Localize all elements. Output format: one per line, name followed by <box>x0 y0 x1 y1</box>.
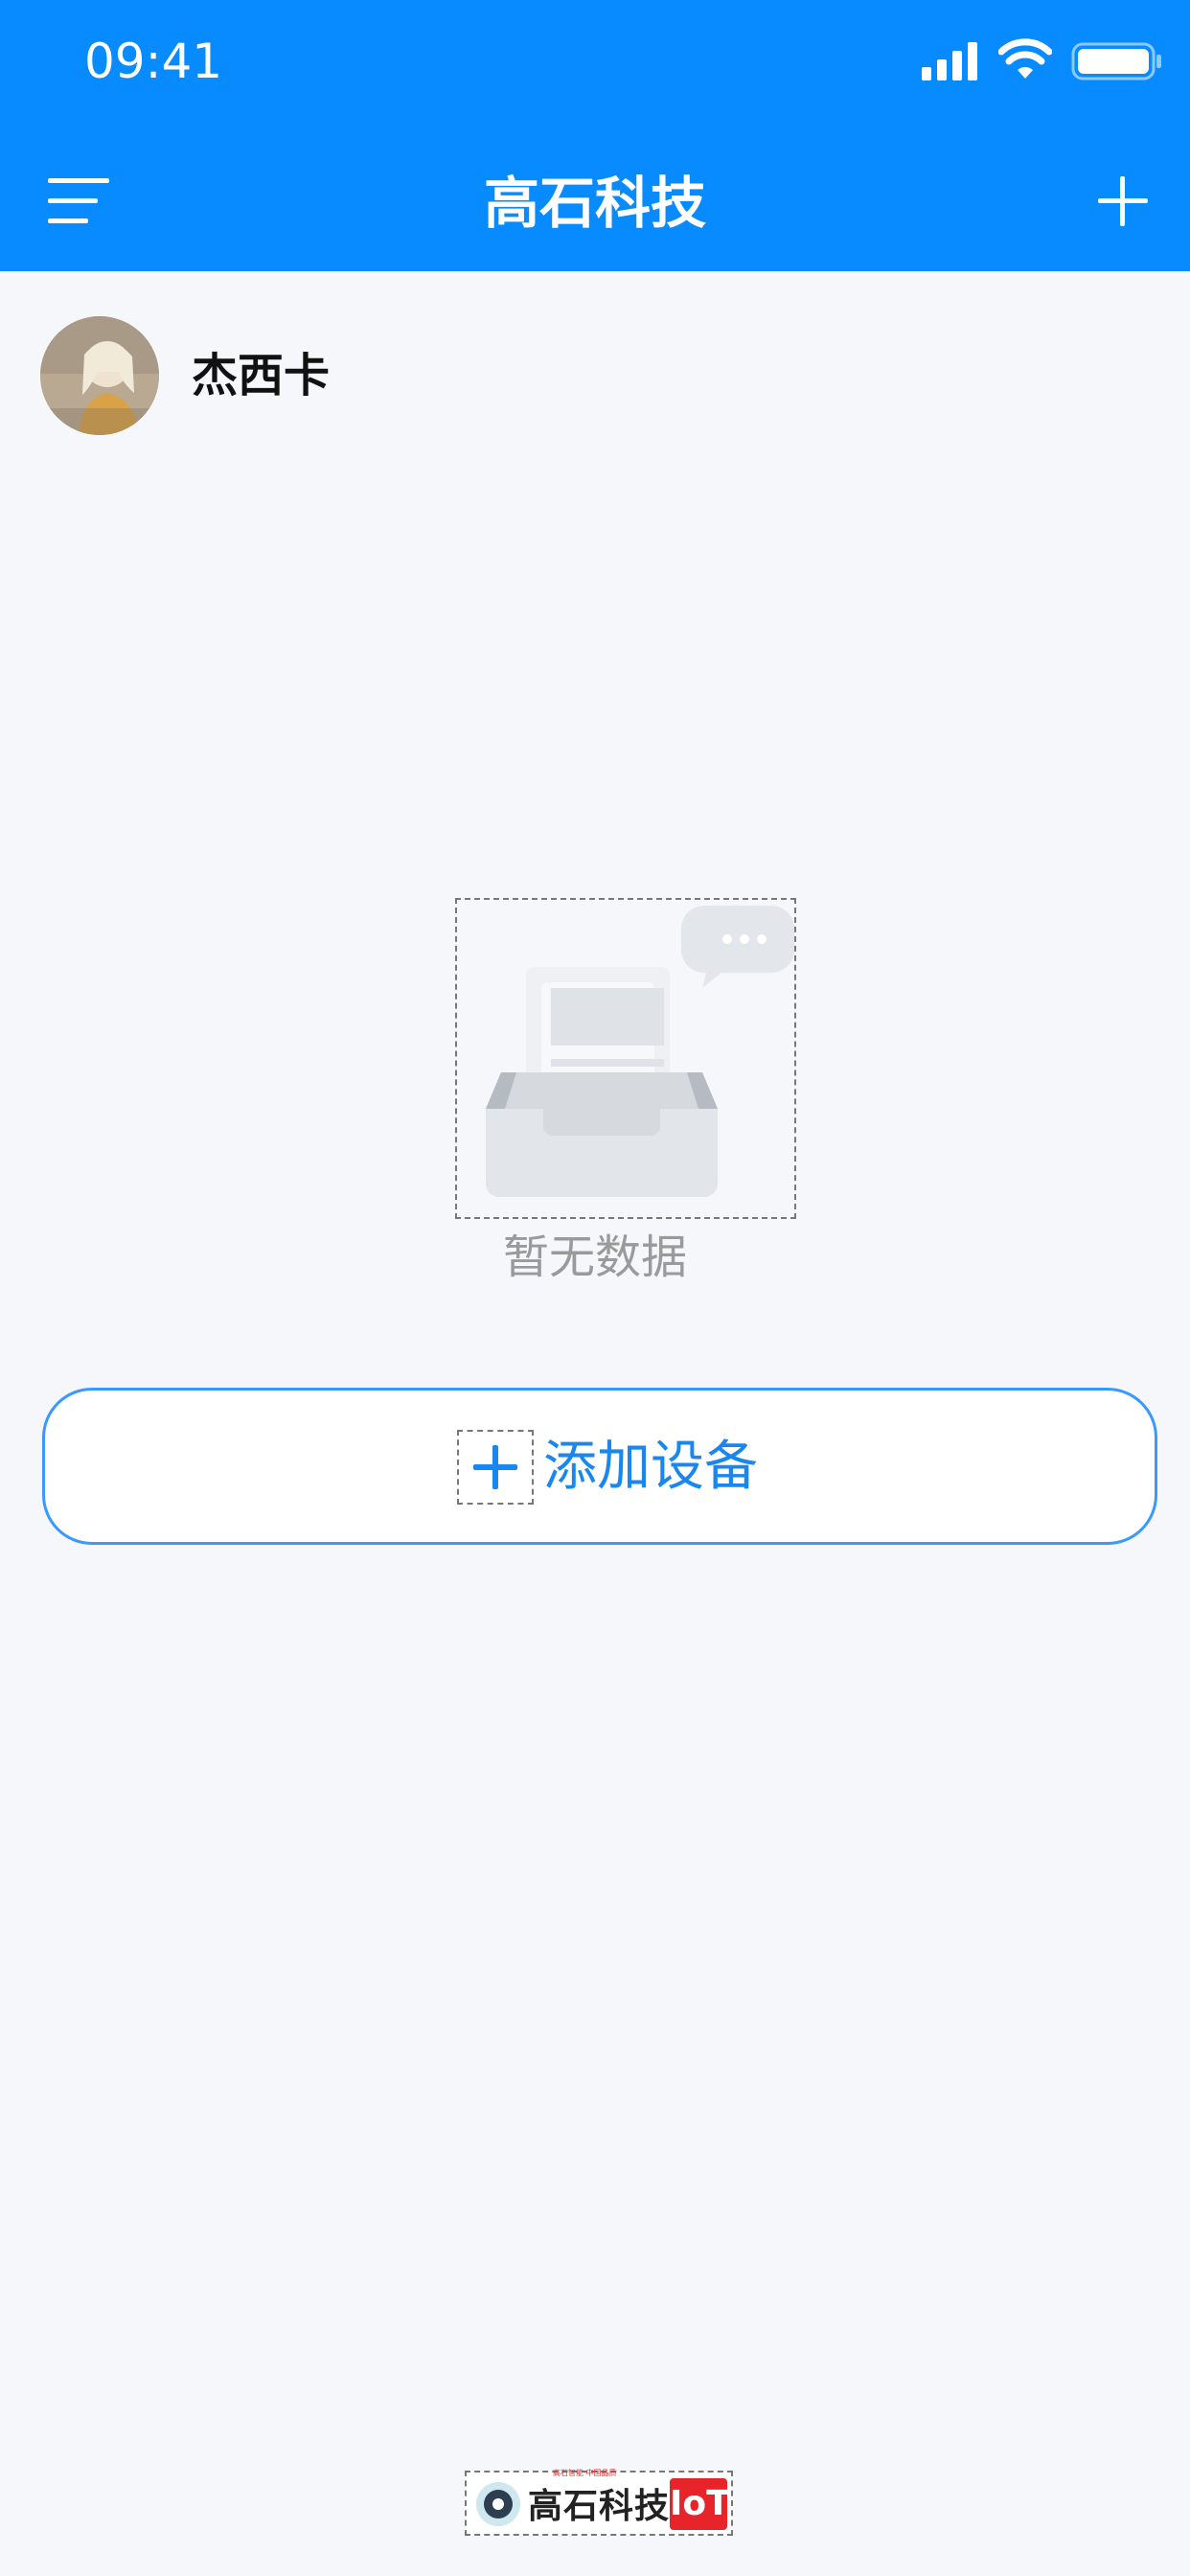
empty-inbox-illustration <box>486 906 794 1197</box>
app-header: 09:41 高石科技 <box>0 0 1190 271</box>
avatar[interactable] <box>40 316 159 435</box>
logo-tagline: 高石智能·中国品质 <box>553 2469 617 2477</box>
menu-lines-icon <box>48 178 109 223</box>
status-icons <box>922 34 1180 88</box>
wifi-icon <box>998 38 1052 79</box>
add-device-label: 添加设备 <box>543 1436 758 1498</box>
user-avatar-photo <box>40 316 159 435</box>
plus-icon <box>473 1445 517 1489</box>
empty-state-illustration <box>455 898 796 1219</box>
add-device-plus-box <box>457 1430 534 1505</box>
user-row[interactable]: 杰西卡 <box>40 316 711 436</box>
logo-text: 高石科技 <box>528 2486 671 2526</box>
signal-icon <box>922 42 977 80</box>
user-name: 杰西卡 <box>192 349 331 402</box>
menu-button[interactable] <box>48 172 115 230</box>
add-device-button[interactable]: 添加设备 <box>42 1388 1157 1545</box>
header-add-button[interactable] <box>1094 172 1152 230</box>
page-title: 高石科技 <box>483 171 706 236</box>
status-time: 09:41 <box>84 34 223 89</box>
plus-icon <box>1098 176 1148 226</box>
eye-logo-icon <box>476 2482 520 2526</box>
logo-badge: IoT <box>670 2478 730 2530</box>
footer-logo: 高石智能·中国品质 高石科技 IoT <box>465 2469 733 2536</box>
battery-icon <box>1071 42 1161 80</box>
empty-state-text: 暂无数据 <box>502 1230 687 1284</box>
